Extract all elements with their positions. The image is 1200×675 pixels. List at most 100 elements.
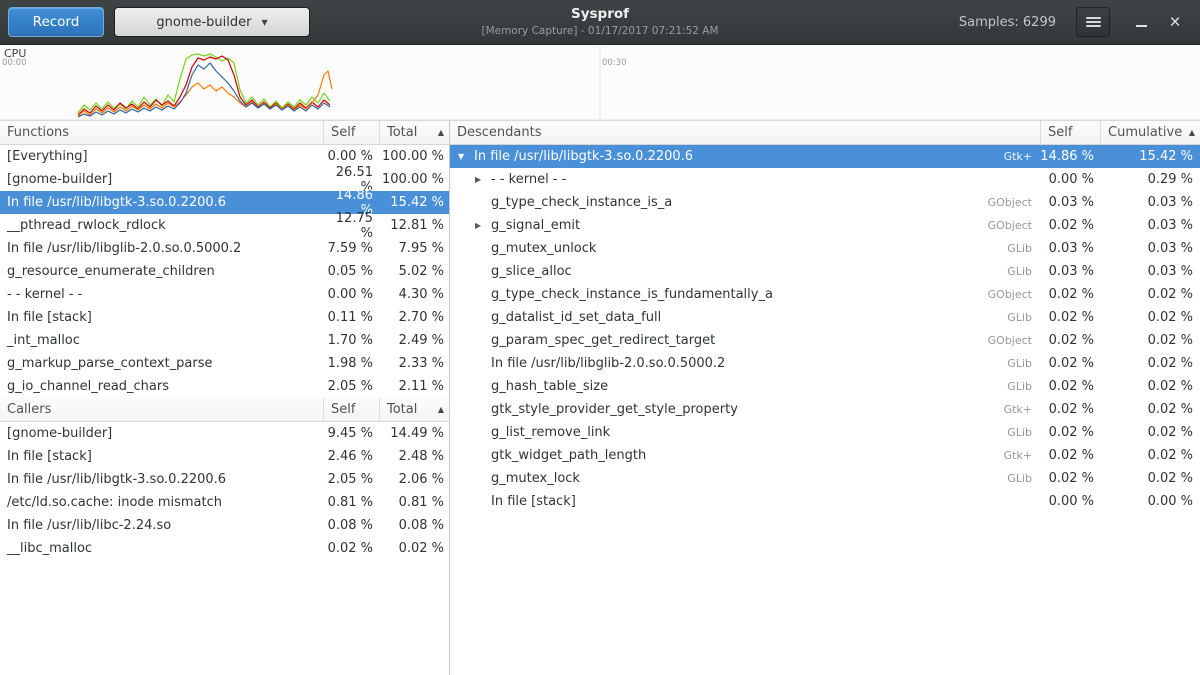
cumulative-percent: 0.02 % [1100,402,1200,417]
function-name: In file /usr/lib/libglib-2.0.so.0.5000.2 [491,356,725,371]
total-percent: 4.30 % [379,287,449,302]
self-percent: 0.02 % [1040,287,1100,302]
column-header-total[interactable]: Total ▲ [379,121,449,144]
total-percent: 100.00 % [379,149,449,164]
table-row[interactable]: /etc/ld.so.cache: inode mismatch0.81 %0.… [0,491,449,514]
expander-collapsed-icon[interactable]: ▶ [475,175,491,184]
table-row[interactable]: g_resource_enumerate_children0.05 %5.02 … [0,260,449,283]
minimize-button[interactable] [1124,7,1158,37]
expander-expanded-icon[interactable]: ▼ [458,152,474,161]
table-row[interactable]: __libc_malloc0.02 %0.02 % [0,537,449,560]
tree-row[interactable]: g_type_check_instance_is_aGObject0.03 %0… [450,191,1200,214]
self-percent: 0.02 % [1040,333,1100,348]
self-percent: 0.00 % [1040,172,1100,187]
self-percent: 2.05 % [323,379,379,394]
total-percent: 0.81 % [379,495,449,510]
close-button[interactable]: × [1158,7,1192,37]
tree-row[interactable]: g_mutex_unlockGLib0.03 %0.03 % [450,237,1200,260]
function-name: g_list_remove_link [491,425,610,440]
app-title: Sysprof [340,6,860,22]
tree-row[interactable]: g_slice_allocGLib0.03 %0.03 % [450,260,1200,283]
cumulative-percent: 0.02 % [1100,287,1200,302]
self-percent: 0.02 % [1040,448,1100,463]
function-name: [gnome-builder] [0,426,323,441]
callers-header: Callers Self Total ▲ [0,398,449,422]
time-label-mid: 00:30 [602,58,627,68]
table-row[interactable]: In file [stack]0.11 %2.70 % [0,306,449,329]
function-name: _int_malloc [0,333,323,348]
tree-row[interactable]: ▶g_signal_emitGObject0.02 %0.03 % [450,214,1200,237]
descendants-header: Descendants Self Cumulative ▲ [450,121,1200,145]
library-tag: GLib [1007,265,1040,278]
column-header-self[interactable]: Self [1040,121,1100,144]
minimize-icon [1136,25,1147,27]
tree-row[interactable]: gtk_widget_path_lengthGtk+0.02 %0.02 % [450,444,1200,467]
table-row[interactable]: In file [stack]2.46 %2.48 % [0,445,449,468]
column-header-cumulative[interactable]: Cumulative ▲ [1100,121,1200,144]
column-header-self[interactable]: Self [323,398,379,421]
tree-row[interactable]: g_datalist_id_set_data_fullGLib0.02 %0.0… [450,306,1200,329]
sort-arrow-icon: ▲ [1189,128,1195,137]
table-row[interactable]: [gnome-builder]9.45 %14.49 % [0,422,449,445]
column-header-total[interactable]: Total ▲ [379,398,449,421]
table-row[interactable]: g_io_channel_read_chars2.05 %2.11 % [0,375,449,398]
tree-row[interactable]: g_type_check_instance_is_fundamentally_a… [450,283,1200,306]
self-percent: 0.03 % [1040,264,1100,279]
expander-collapsed-icon[interactable]: ▶ [475,221,491,230]
total-percent: 2.11 % [379,379,449,394]
library-tag: GLib [1007,242,1040,255]
function-name: g_resource_enumerate_children [0,264,323,279]
function-name-cell: g_datalist_id_set_data_fullGLib [450,310,1040,325]
function-name: g_mutex_unlock [491,241,596,256]
menu-button[interactable] [1076,7,1110,37]
self-percent: 0.02 % [1040,471,1100,486]
window-title-block: Sysprof [Memory Capture] - 01/17/2017 07… [340,6,860,37]
function-name: In file [stack] [0,449,323,464]
self-percent: 0.02 % [1040,425,1100,440]
function-name: [Everything] [0,149,323,164]
function-name-cell: gtk_style_provider_get_style_propertyGtk… [450,402,1040,417]
cpu-graph[interactable]: CPU 00:00 00:30 [0,45,1200,121]
record-button[interactable]: Record [8,7,104,37]
tree-row[interactable]: ▶- - kernel - -0.00 %0.29 % [450,168,1200,191]
library-tag: GLib [1007,311,1040,324]
tree-row[interactable]: g_list_remove_linkGLib0.02 %0.02 % [450,421,1200,444]
total-percent: 12.81 % [379,218,449,233]
table-row[interactable]: [gnome-builder]26.51 %100.00 % [0,168,449,191]
cumulative-percent: 0.00 % [1100,494,1200,509]
function-name-cell: In file /usr/lib/libglib-2.0.so.0.5000.2… [450,356,1040,371]
table-row[interactable]: - - kernel - -0.00 %4.30 % [0,283,449,306]
tree-row[interactable]: In file [stack]0.00 %0.00 % [450,490,1200,513]
tree-row[interactable]: g_mutex_lockGLib0.02 %0.02 % [450,467,1200,490]
tree-row[interactable]: g_param_spec_get_redirect_targetGObject0… [450,329,1200,352]
table-row[interactable]: _int_malloc1.70 %2.49 % [0,329,449,352]
functions-header: Functions Self Total ▲ [0,121,449,145]
sort-arrow-icon: ▲ [438,405,444,414]
library-tag: GLib [1007,472,1040,485]
column-header-self[interactable]: Self [323,121,379,144]
function-name: g_param_spec_get_redirect_target [491,333,715,348]
tree-row[interactable]: gtk_style_provider_get_style_propertyGtk… [450,398,1200,421]
descendants-table: ▼In file /usr/lib/libgtk-3.so.0.2200.6Gt… [450,145,1200,513]
table-row[interactable]: g_markup_parse_context_parse1.98 %2.33 % [0,352,449,375]
self-percent: 0.02 % [1040,379,1100,394]
column-header-descendants[interactable]: Descendants [450,121,1040,144]
table-row[interactable]: In file /usr/lib/libc-2.24.so0.08 %0.08 … [0,514,449,537]
tree-row[interactable]: In file /usr/lib/libglib-2.0.so.0.5000.2… [450,352,1200,375]
table-row[interactable]: In file /usr/lib/libgtk-3.so.0.2200.62.0… [0,468,449,491]
column-header-cumulative-label: Cumulative [1108,125,1182,140]
function-name: In file /usr/lib/libgtk-3.so.0.2200.6 [0,195,323,210]
table-row[interactable]: [Everything]0.00 %100.00 % [0,145,449,168]
self-percent: 0.02 % [1040,356,1100,371]
tree-row[interactable]: ▼In file /usr/lib/libgtk-3.so.0.2200.6Gt… [450,145,1200,168]
table-row[interactable]: In file /usr/lib/libgtk-3.so.0.2200.614.… [0,191,449,214]
function-name: - - kernel - - [0,287,323,302]
table-row[interactable]: In file /usr/lib/libglib-2.0.so.0.5000.2… [0,237,449,260]
process-selector[interactable]: gnome-builder ▼ [114,7,310,37]
cumulative-percent: 0.02 % [1100,379,1200,394]
table-row[interactable]: __pthread_rwlock_rdlock12.75 %12.81 % [0,214,449,237]
cumulative-percent: 0.03 % [1100,241,1200,256]
tree-row[interactable]: g_hash_table_sizeGLib0.02 %0.02 % [450,375,1200,398]
column-header-functions[interactable]: Functions [0,121,323,144]
column-header-callers[interactable]: Callers [0,398,323,421]
